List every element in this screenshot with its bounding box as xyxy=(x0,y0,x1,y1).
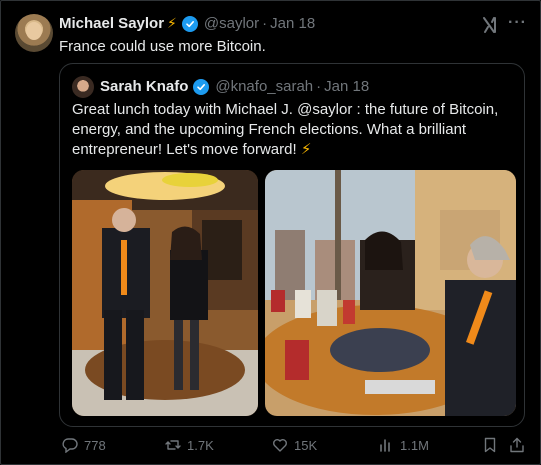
quote-author-avatar[interactable] xyxy=(72,76,94,98)
heart-icon xyxy=(273,439,287,452)
author-avatar[interactable] xyxy=(15,14,53,52)
reply-count: 778 xyxy=(84,437,106,453)
quoted-tweet[interactable]: Sarah Knafo @knafo_sarah · Jan 18 Great … xyxy=(59,63,525,427)
quote-author-name[interactable]: Sarah Knafo xyxy=(100,78,188,95)
reply-button[interactable]: 778 xyxy=(62,437,106,453)
quote-lightning-emoji: ⚡ xyxy=(300,141,312,158)
quote-date[interactable]: Jan 18 xyxy=(324,78,369,95)
lightning-emoji: ⚡ xyxy=(167,15,177,31)
views-count: 1.1M xyxy=(400,437,429,453)
repost-count: 1.7K xyxy=(187,437,214,453)
separator: · xyxy=(262,15,268,32)
quote-separator: · xyxy=(316,78,322,95)
views-icon xyxy=(380,439,390,452)
like-count: 15K xyxy=(294,437,318,453)
repost-button[interactable]: 1.7K xyxy=(165,437,214,453)
grok-icon[interactable] xyxy=(480,15,500,35)
share-button[interactable] xyxy=(509,437,525,453)
quote-text-body: Great lunch today with Michael J. @saylo… xyxy=(72,101,499,158)
reply-icon xyxy=(62,438,78,453)
bookmark-button[interactable] xyxy=(482,437,498,453)
quote-text: Great lunch today with Michael J. @saylo… xyxy=(72,100,518,160)
quote-author-handle[interactable]: @knafo_sarah xyxy=(215,78,313,95)
views-button[interactable]: 1.1M xyxy=(378,437,429,453)
quote-photo-1[interactable] xyxy=(72,170,258,416)
quote-header: Sarah Knafo @knafo_sarah · Jan 18 xyxy=(100,78,369,95)
tweet-header: Michael Saylor ⚡ @saylor · Jan 18 xyxy=(59,15,315,32)
author-handle[interactable]: @saylor xyxy=(204,15,259,32)
repost-icon xyxy=(165,440,181,450)
more-options-icon[interactable]: ··· xyxy=(508,15,530,35)
share-icon xyxy=(510,437,524,453)
tweet-card[interactable]: Michael Saylor ⚡ @saylor · Jan 18 ··· Fr… xyxy=(0,0,541,465)
author-name[interactable]: Michael Saylor xyxy=(59,15,164,32)
quote-photo-2[interactable] xyxy=(265,170,516,416)
verified-badge-icon xyxy=(181,15,198,32)
tweet-date[interactable]: Jan 18 xyxy=(270,15,315,32)
like-button[interactable]: 15K xyxy=(272,437,317,453)
tweet-text: France could use more Bitcoin. xyxy=(59,38,266,55)
bookmark-icon xyxy=(484,437,496,453)
action-bar: 778 1.7K 15K 1.1M xyxy=(1,437,541,459)
quote-verified-badge-icon xyxy=(193,78,210,95)
